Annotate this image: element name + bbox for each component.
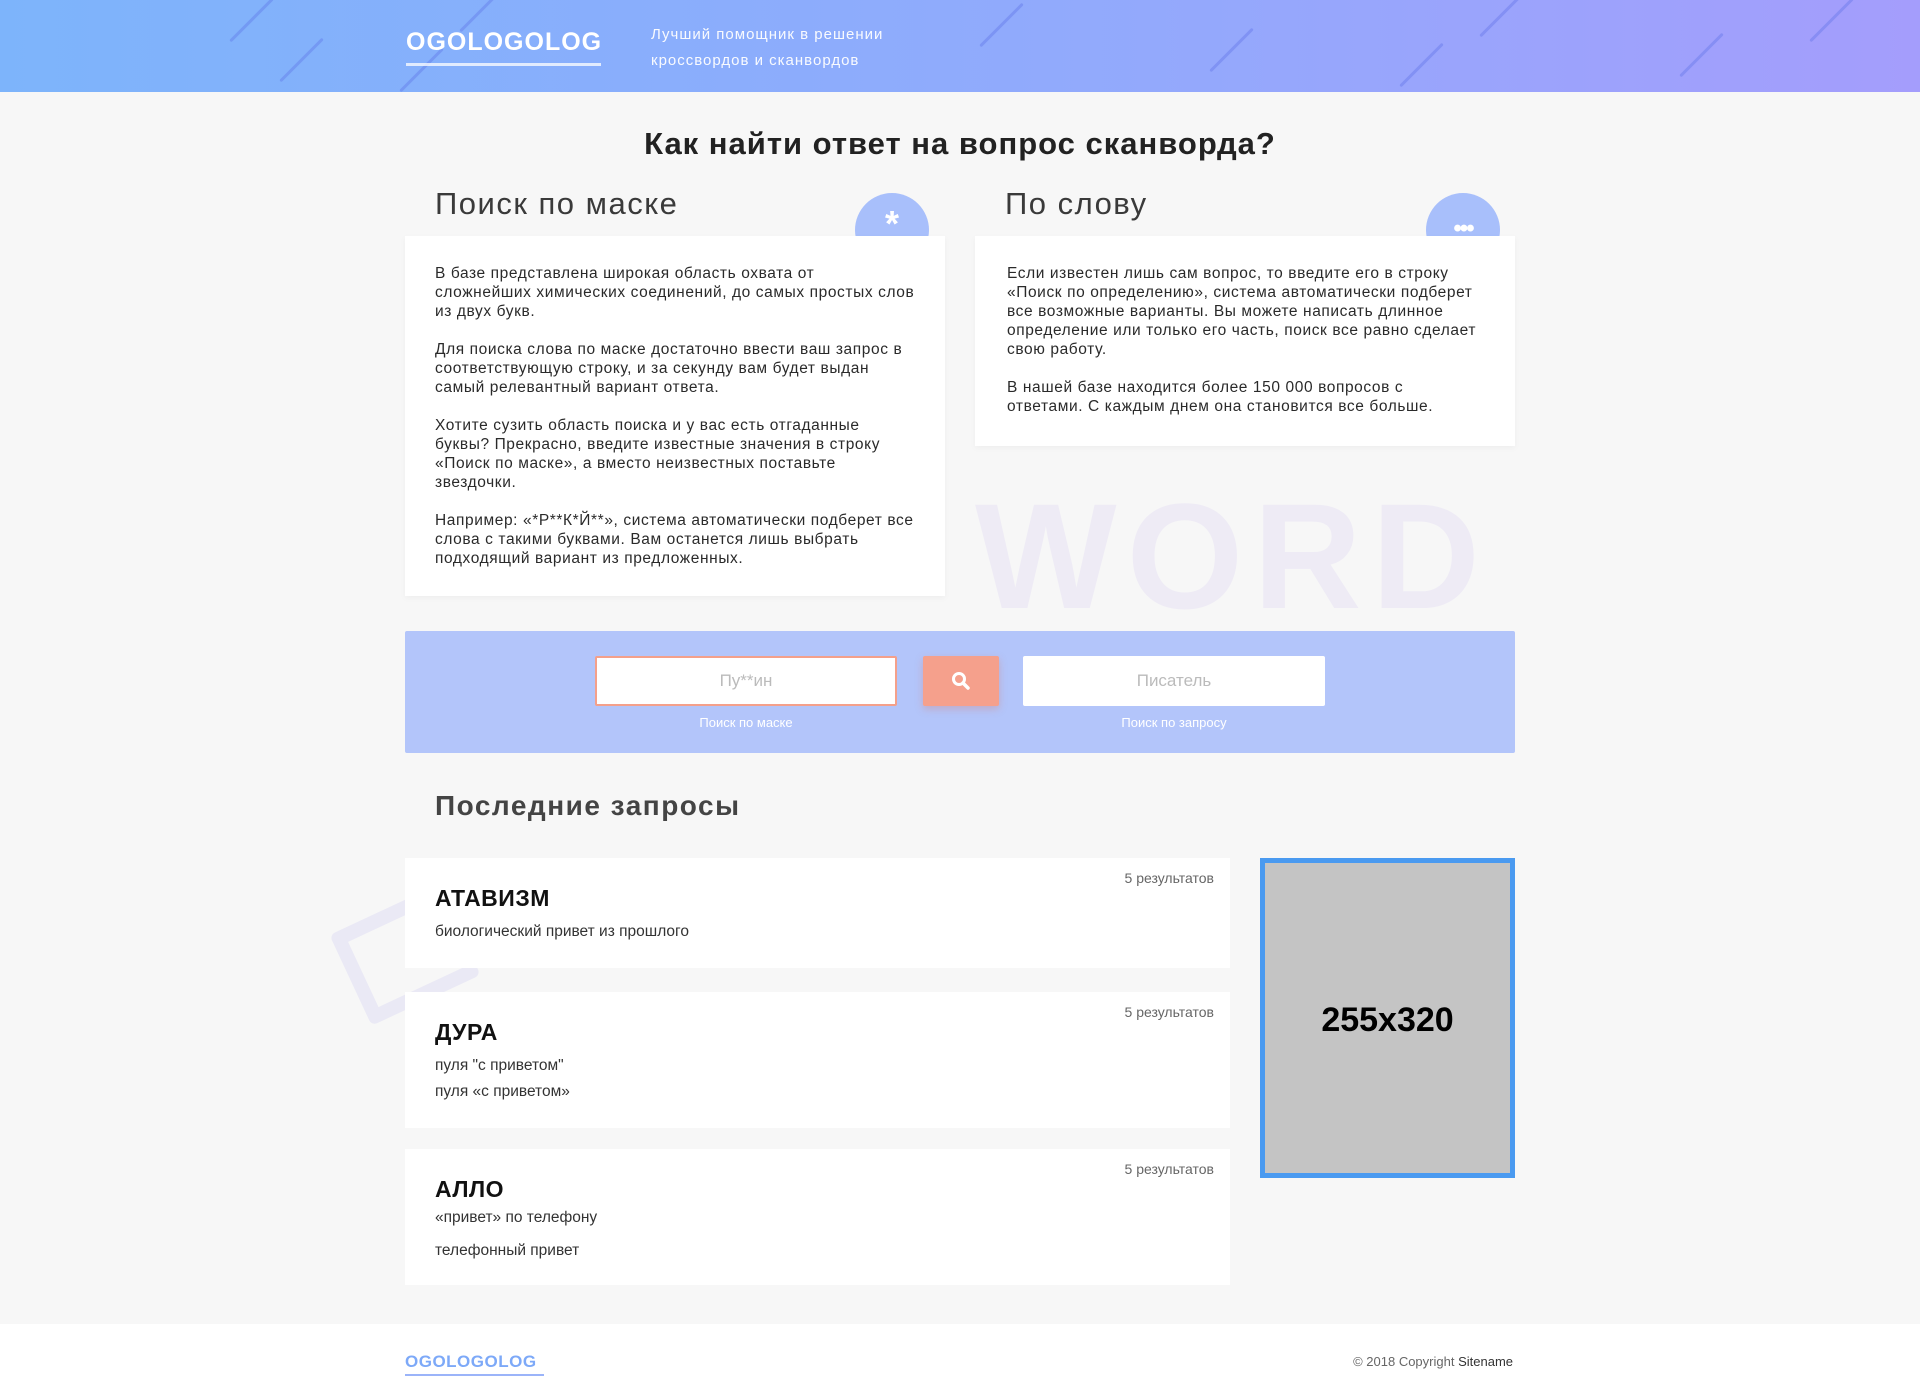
tagline-line: кроссвордов и сканвордов — [651, 52, 860, 69]
result-count: 5 результатов — [1124, 870, 1214, 886]
word-paragraph: В нашей базе находится более 150 000 воп… — [1007, 379, 1434, 415]
mask-section-title: Поиск по маске — [435, 186, 679, 221]
request-definition: пуля «с приветом» — [435, 1083, 570, 1100]
tagline-line: Лучший помощник в решении — [651, 26, 884, 43]
mask-info-card: В базе представлена широкая область охва… — [405, 236, 945, 596]
word-info-card: Если известен лишь сам вопрос, то введит… — [975, 236, 1515, 446]
word-search-input[interactable] — [1023, 656, 1325, 706]
result-count: 5 результатов — [1124, 1161, 1214, 1177]
word-search-caption: Поиск по запросу — [1121, 715, 1227, 730]
recent-request-item[interactable]: ДУРА 5 результатов пуля "с приветом" пул… — [405, 992, 1230, 1128]
mask-search-caption: Поиск по маске — [699, 715, 793, 730]
footer-logo[interactable]: OGOLOGOLOG — [405, 1352, 537, 1372]
mask-paragraph: Например: «*Р**К*Й**», система автоматич… — [435, 512, 914, 567]
sitename-link[interactable]: Sitename — [1458, 1354, 1513, 1369]
search-button[interactable] — [923, 656, 999, 706]
site-tagline: Лучший помощник в решении кроссвордов и … — [651, 22, 971, 74]
recent-request-item[interactable]: АТАВИЗМ 5 результатов биологический прив… — [405, 858, 1230, 968]
request-word[interactable]: ДУРА — [435, 1019, 498, 1046]
logo-underline — [406, 63, 601, 66]
decor-streak — [279, 37, 324, 83]
decor-streak — [229, 0, 274, 43]
page-title: Как найти ответ на вопрос сканворда? — [644, 126, 1276, 161]
decor-streak — [1399, 42, 1444, 88]
decor-streak — [1209, 27, 1254, 73]
decor-streak — [1809, 0, 1854, 43]
request-word[interactable]: АТАВИЗМ — [435, 885, 550, 912]
mask-search-input[interactable] — [595, 656, 897, 706]
request-definition: биологический привет из прошлого — [435, 923, 689, 940]
mask-paragraph: В базе представлена широкая область охва… — [435, 265, 915, 320]
ad-banner-placeholder[interactable]: 255x320 — [1260, 858, 1515, 1178]
request-definition: телефонный привет — [435, 1242, 580, 1259]
copyright-text: © 2018 Copyright Sitename — [1353, 1354, 1513, 1369]
decor-streak — [1479, 0, 1524, 38]
site-header: OGOLOGOLOG Лучший помощник в решении кро… — [0, 0, 1920, 92]
footer-logo-underline — [405, 1374, 544, 1376]
result-count: 5 результатов — [1124, 1004, 1214, 1020]
recent-requests-title: Последние запросы — [435, 790, 741, 821]
decor-streak — [979, 2, 1024, 48]
word-section-title: По слову — [1005, 186, 1148, 221]
request-definition: пуля "с приветом" — [435, 1057, 564, 1074]
ad-size-label: 255x320 — [1321, 1001, 1454, 1039]
word-paragraph: Если известен лишь сам вопрос, то введит… — [1007, 265, 1477, 358]
search-icon — [952, 672, 970, 690]
decor-streak — [1679, 32, 1724, 78]
search-panel: Поиск по маске Поиск по запросу — [405, 631, 1515, 753]
request-word[interactable]: АЛЛО — [435, 1176, 504, 1203]
word-watermark: WORD — [975, 472, 1490, 640]
site-logo[interactable]: OGOLOGOLOG — [406, 28, 602, 57]
recent-request-item[interactable]: АЛЛО 5 результатов «привет» по телефону … — [405, 1149, 1230, 1285]
site-footer: OGOLOGOLOG © 2018 Copyright Sitename — [0, 1324, 1920, 1400]
mask-paragraph: Хотите сузить область поиска и у вас ест… — [435, 417, 881, 491]
request-definition: «привет» по телефону — [435, 1209, 598, 1226]
mask-paragraph: Для поиска слова по маске достаточно вве… — [435, 341, 903, 396]
